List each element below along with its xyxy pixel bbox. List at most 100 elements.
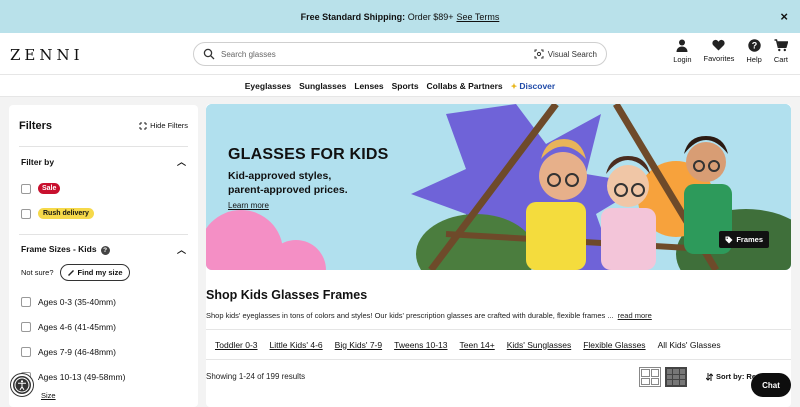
view-toggle [639, 367, 687, 387]
login-label: Login [673, 55, 692, 64]
zenni-logo[interactable]: ZENNI [10, 46, 84, 64]
cat-kids-sunglasses[interactable]: Kids' Sunglasses [507, 340, 571, 350]
tag-icon [725, 236, 733, 243]
cat-teen[interactable]: Teen 14+ [460, 340, 495, 350]
favorites-button[interactable]: Favorites [703, 39, 735, 64]
sale-badge: Sale [38, 183, 61, 194]
search-bar[interactable]: Search glasses Visual Search [193, 42, 607, 66]
search-icon [203, 48, 215, 60]
chevron-up-icon[interactable]: ︿ [177, 155, 186, 168]
cart-label: Cart [773, 55, 788, 64]
nav-eyeglasses[interactable]: Eyeglasses [245, 81, 291, 91]
nav-collabs[interactable]: Collabs & Partners [427, 81, 503, 91]
size-option[interactable]: Ages 4-6 (41-45mm) [21, 314, 186, 339]
size-checkbox[interactable] [21, 321, 31, 332]
sort-label: Sort by: Re [716, 372, 757, 381]
category-tabs: Toddler 0-3 Little Kids' 4-6 Big Kids' 7… [206, 329, 791, 360]
frames-badge[interactable]: Frames [719, 231, 769, 248]
not-sure-label: Not sure? [21, 268, 54, 277]
frames-label: Frames [736, 235, 763, 244]
search-input[interactable]: Search glasses [221, 50, 534, 59]
shop-description-text: Shop kids' eyeglasses in tons of colors … [206, 311, 614, 320]
user-icon [676, 39, 688, 52]
promo-text: Order $89+ [407, 11, 454, 22]
size-label: Ages 4-6 (41-45mm) [38, 321, 116, 332]
size-label: Ages 7-9 (46-48mm) [38, 346, 116, 357]
hero-title: GLASSES FOR KIDS [228, 146, 389, 163]
promo-bar: Free Standard Shipping: Order $89+ See T… [0, 0, 800, 33]
nav-discover-label: Discover [519, 80, 556, 91]
grid-2-view-button[interactable] [639, 367, 661, 387]
filters-title: Filters [19, 119, 53, 132]
info-icon[interactable]: ? [100, 246, 110, 255]
rush-checkbox[interactable] [21, 208, 31, 219]
favorites-label: Favorites [703, 54, 735, 63]
help-icon: ? [747, 39, 761, 52]
cat-tweens[interactable]: Tweens 10-13 [394, 340, 447, 350]
visual-search-label: Visual Search [547, 49, 597, 59]
chat-button[interactable]: Chat [751, 373, 791, 397]
visual-search-button[interactable]: Visual Search [534, 49, 597, 59]
cat-toddler[interactable]: Toddler 0-3 [215, 340, 258, 350]
collapse-icon [139, 122, 147, 129]
cat-all-kids-glasses[interactable]: All Kids' Glasses [658, 340, 721, 350]
shop-description: Shop kids' eyeglasses in tons of colors … [206, 311, 652, 320]
hide-filters-label: Hide Filters [150, 121, 188, 130]
sort-dropdown[interactable]: Sort by: Re [706, 372, 756, 381]
filter-by-section: Filter by ︿ Sale Rush delivery [19, 147, 188, 235]
filter-sale[interactable]: Sale [21, 176, 186, 201]
learn-more-link[interactable]: Learn more [228, 201, 269, 210]
accessibility-figure-icon [14, 377, 30, 393]
cat-little-kids[interactable]: Little Kids' 4-6 [270, 340, 323, 350]
nav-sunglasses[interactable]: Sunglasses [299, 81, 346, 91]
hero-subtitle: Kid-approved styles, parent-approved pri… [228, 169, 348, 197]
frame-sizes-title: Frame Sizes - Kids [21, 244, 97, 254]
size-label: Ages 10-13 (49-58mm) [38, 371, 126, 382]
main-area: Filters Hide Filters Filter by ︿ Sale Ru… [0, 97, 800, 407]
chevron-up-icon[interactable]: ︿ [177, 243, 186, 256]
size-option[interactable]: Ages 10-13 (49-58mm) [21, 364, 186, 389]
camera-scan-icon [534, 49, 544, 59]
size-checkbox[interactable] [21, 296, 31, 307]
read-more-link[interactable]: read more [618, 311, 652, 320]
hero-line-2: parent-approved prices. [228, 184, 348, 196]
ruler-icon [67, 269, 74, 276]
size-option[interactable]: Ages 0-3 (35-40mm) [21, 289, 186, 314]
page-title: Shop Kids Glasses Frames [206, 288, 368, 302]
find-my-size-button[interactable]: Find my size [59, 264, 130, 281]
main-nav: Eyeglasses Sunglasses Lenses Sports Coll… [0, 75, 800, 97]
hero-banner[interactable]: GLASSES FOR KIDS Kid-approved styles, pa… [206, 104, 791, 270]
heart-icon [712, 39, 726, 51]
frame-sizes-section: Frame Sizes - Kids? ︿ Not sure? Find my … [19, 235, 188, 407]
find-my-size-label: Find my size [77, 268, 123, 277]
grid-3-view-button[interactable] [665, 367, 687, 387]
promo-bold: Free Standard Shipping: [300, 11, 406, 22]
size-guide-link[interactable]: Size [41, 391, 186, 400]
nav-sports[interactable]: Sports [392, 81, 419, 91]
cat-flexible-glasses[interactable]: Flexible Glasses [583, 340, 645, 350]
sale-checkbox[interactable] [21, 183, 31, 194]
hide-filters-button[interactable]: Hide Filters [139, 121, 188, 130]
filter-by-title: Filter by [21, 156, 55, 167]
header-actions: Login Favorites ? Help Cart [673, 39, 788, 64]
rush-badge: Rush delivery [38, 208, 94, 219]
nav-lenses[interactable]: Lenses [354, 81, 383, 91]
size-checkbox[interactable] [21, 346, 31, 357]
close-icon[interactable]: × [780, 9, 788, 24]
svg-text:?: ? [751, 41, 757, 51]
cat-big-kids[interactable]: Big Kids' 7-9 [335, 340, 382, 350]
cart-icon [774, 39, 788, 52]
filter-rush[interactable]: Rush delivery [21, 201, 186, 226]
cart-button[interactable]: Cart [774, 39, 788, 64]
see-terms-link[interactable]: See Terms [456, 12, 499, 22]
product-content: GLASSES FOR KIDS Kid-approved styles, pa… [206, 104, 791, 407]
help-button[interactable]: ? Help [746, 39, 762, 64]
accessibility-icon[interactable] [11, 374, 33, 396]
login-button[interactable]: Login [673, 39, 692, 64]
nav-discover[interactable]: ✦ Discover [511, 81, 556, 91]
sparkle-icon: ✦ [510, 81, 518, 91]
hero-line-1: Kid-approved styles, [228, 170, 332, 182]
size-label: Ages 0-3 (35-40mm) [38, 296, 116, 307]
size-option[interactable]: Ages 7-9 (46-48mm) [21, 339, 186, 364]
sort-icon [706, 372, 713, 381]
